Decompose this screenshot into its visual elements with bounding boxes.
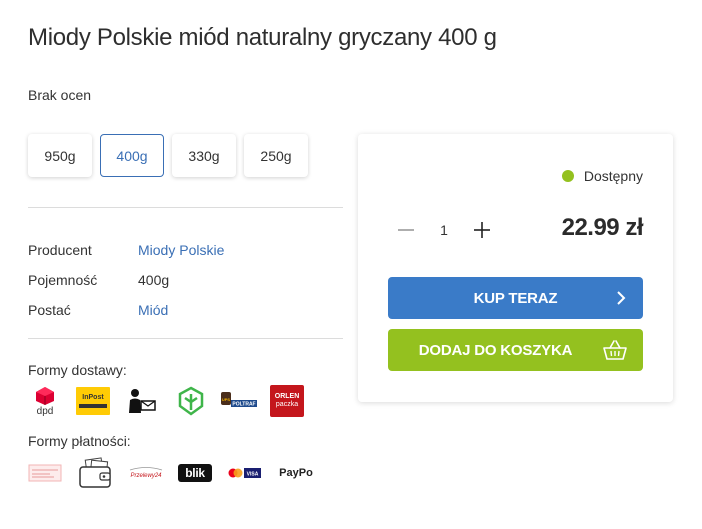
variant-selector: 950g 400g 330g 250g [28, 134, 308, 177]
svg-text:VISA: VISA [247, 472, 259, 478]
payment-logos: Przelewy24 blik VISA PayPo [28, 457, 314, 489]
delivery-logos: dpd InPost UPS POLTRAF ORLEN paczka [28, 385, 304, 417]
product-attributes: Producent Miody Polskie Pojemność 400g P… [28, 235, 224, 325]
buy-box: Dostępny 1 22.99 zł KUP TERAZ DODAJ DO K… [358, 134, 673, 402]
attribute-key: Producent [28, 242, 92, 258]
buy-now-label: KUP TERAZ [473, 289, 558, 307]
dpd-logo: dpd [28, 386, 62, 417]
przelewy24-logo: Przelewy24 [128, 466, 164, 480]
orlen-paczka-logo: ORLEN paczka [270, 385, 304, 417]
paypo-logo: PayPo [279, 467, 313, 479]
basket-icon [603, 339, 627, 361]
wallet-icon [78, 457, 112, 489]
form-link[interactable]: Miód [138, 302, 168, 318]
producer-link[interactable]: Miody Polskie [138, 242, 224, 258]
plus-icon [474, 222, 490, 238]
buy-now-button[interactable]: KUP TERAZ [388, 277, 643, 319]
delivery-label: Formy dostawy: [28, 362, 127, 378]
attribute-key: Postać [28, 302, 71, 318]
svg-text:Przelewy24: Przelewy24 [130, 473, 162, 479]
quantity-stepper: 1 [394, 218, 494, 242]
attribute-row: Producent Miody Polskie [28, 235, 224, 265]
increase-quantity-button[interactable] [470, 218, 494, 242]
attribute-key: Pojemność [28, 272, 98, 288]
product-price: 22.99 zł [561, 214, 644, 241]
inpost-logo: InPost [76, 387, 110, 415]
add-to-cart-button[interactable]: DODAJ DO KOSZYKA [388, 329, 643, 371]
pickup-point-icon [174, 386, 208, 416]
courier-icon [126, 388, 160, 414]
attribute-row: Pojemność 400g [28, 265, 224, 295]
attribute-value: 400g [138, 272, 170, 288]
ups-poltraf-logo: UPS POLTRAF [220, 390, 258, 412]
decrease-quantity-button[interactable] [394, 218, 418, 242]
rating-text: Brak ocen [28, 87, 92, 103]
attribute-row: Postać Miód [28, 295, 224, 325]
variant-option-250g[interactable]: 250g [244, 134, 308, 177]
svg-text:POLTRAF: POLTRAF [232, 402, 255, 408]
mastercard-visa-logo: VISA [228, 466, 262, 480]
payment-label: Formy płatności: [28, 433, 131, 449]
availability-text: Dostępny [583, 168, 643, 184]
availability-status: Dostępny [561, 168, 643, 184]
blik-logo: blik [178, 464, 212, 482]
chevron-right-icon [615, 291, 627, 305]
svg-text:UPS: UPS [222, 397, 231, 402]
variant-option-950g[interactable]: 950g [28, 134, 92, 177]
product-title: Miody Polskie miód naturalny gryczany 40… [28, 24, 497, 51]
variant-option-330g[interactable]: 330g [172, 134, 236, 177]
quantity-value[interactable]: 1 [418, 222, 470, 238]
availability-dot-icon [561, 170, 574, 182]
variant-option-400g[interactable]: 400g [100, 134, 164, 177]
add-to-cart-label: DODAJ DO KOSZYKA [418, 341, 573, 359]
divider [28, 207, 343, 208]
minus-icon [398, 229, 414, 231]
divider [28, 338, 343, 339]
bank-transfer-icon [28, 462, 62, 484]
